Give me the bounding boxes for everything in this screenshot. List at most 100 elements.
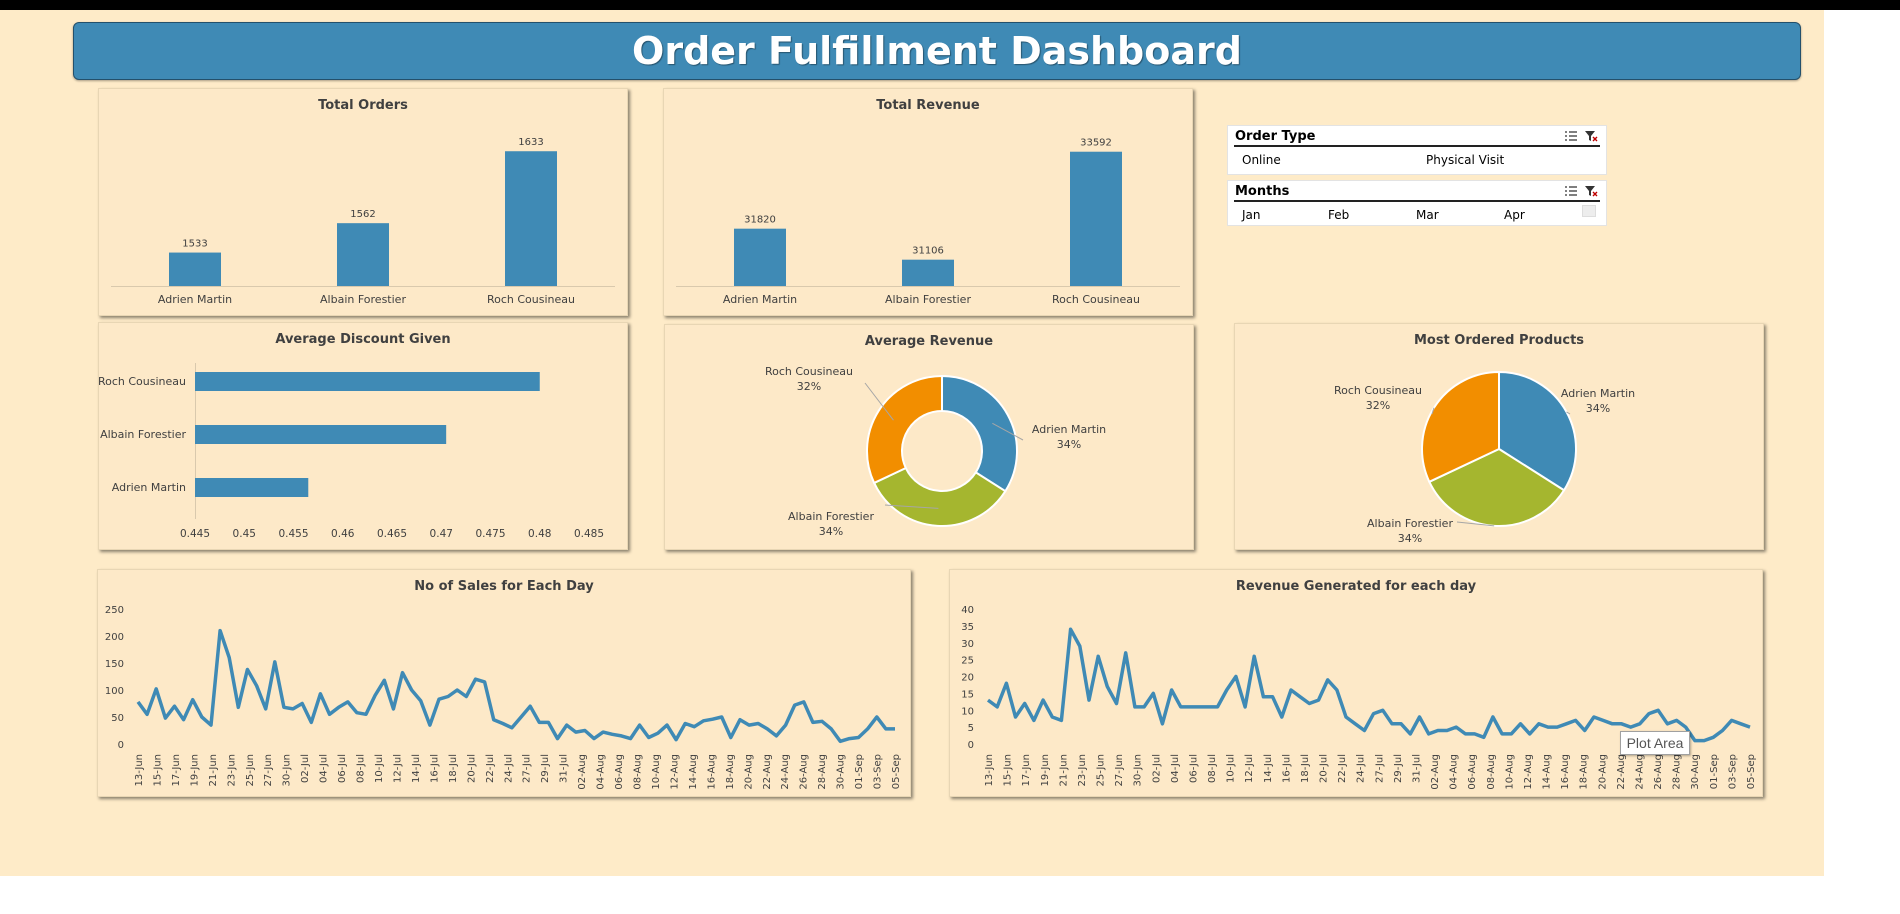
x-tick-label: 19-Jun xyxy=(189,754,200,787)
y-tick-label: 0 xyxy=(968,740,974,751)
x-tick-label: 22-Aug xyxy=(762,754,773,790)
category-label: Albain Forestier xyxy=(320,293,406,306)
slice-percent-label: 32% xyxy=(1366,399,1390,412)
x-tick-label: 02-Aug xyxy=(577,754,588,790)
x-tick-label: 30-Jun xyxy=(282,754,293,787)
x-tick-label: 12-Jul xyxy=(392,754,403,783)
bar xyxy=(195,372,540,391)
slice-percent-label: 34% xyxy=(1398,532,1422,545)
category-label: Albain Forestier xyxy=(100,428,186,441)
slice-percent-label: 32% xyxy=(797,380,821,393)
x-tick-label: 20-Jul xyxy=(466,754,477,783)
x-tick-label: 0.465 xyxy=(377,528,407,540)
category-label: Adrien Martin xyxy=(112,481,186,494)
x-tick-label: 04-Aug xyxy=(1449,754,1460,790)
x-tick-label: 16-Aug xyxy=(1560,754,1571,790)
x-tick-label: 02-Jul xyxy=(1151,754,1162,783)
x-tick-label: 17-Jun xyxy=(171,754,182,787)
x-tick-label: 30-Aug xyxy=(1690,754,1701,790)
data-label: 31820 xyxy=(744,215,776,226)
slicer-scrollbar[interactable] xyxy=(1582,205,1596,217)
dashboard-header: Order Fulfillment Dashboard xyxy=(73,22,1801,80)
x-tick-label: 12-Aug xyxy=(1523,754,1534,790)
bar xyxy=(169,252,221,286)
slicer-item-apr[interactable]: Apr xyxy=(1504,208,1525,222)
x-tick-label: 31-Jul xyxy=(1411,754,1422,783)
x-tick-label: 29-Jul xyxy=(540,754,551,783)
x-tick-label: 29-Jul xyxy=(1393,754,1404,783)
order-type-slicer[interactable]: Order Type Online Physical Visit xyxy=(1227,125,1607,175)
x-tick-label: 0.485 xyxy=(574,528,604,540)
x-tick-label: 23-Jun xyxy=(226,754,237,787)
revenue-per-day-chart[interactable]: Revenue Generated for each day 0 5 10 15 20 2… xyxy=(949,569,1763,797)
x-tick-label: 24-Jul xyxy=(503,754,514,783)
most-ordered-products-chart[interactable]: Most Ordered Products Adrien Martin 34% Al… xyxy=(1234,323,1764,550)
x-tick-label: 13-Jun xyxy=(984,754,995,787)
y-tick-label: 10 xyxy=(961,706,974,717)
x-tick-label: 18-Jul xyxy=(1300,754,1311,783)
y-tick-label: 35 xyxy=(961,622,974,633)
total-orders-chart[interactable]: Total Orders 1533 Adrien Martin 1562 Albain… xyxy=(98,88,628,316)
clear-filter-icon[interactable] xyxy=(1584,130,1598,142)
x-tick-label: 01-Sep xyxy=(1709,754,1720,789)
slicer-title: Order Type xyxy=(1235,129,1316,144)
y-tick-label: 50 xyxy=(111,713,124,724)
x-tick-label: 15-Jun xyxy=(152,754,163,787)
slicer-item-feb[interactable]: Feb xyxy=(1328,208,1349,222)
y-tick-label: 15 xyxy=(961,689,974,700)
x-tick-label: 13-Jun xyxy=(134,754,145,787)
slicer-item-jan[interactable]: Jan xyxy=(1242,208,1261,222)
category-label: Roch Cousineau xyxy=(99,375,186,388)
slicer-item-mar[interactable]: Mar xyxy=(1416,208,1439,222)
multi-select-icon[interactable] xyxy=(1564,130,1578,142)
x-tick-label: 14-Jul xyxy=(1263,754,1274,783)
x-tick-label: 28-Aug xyxy=(1672,754,1683,790)
slicer-item-physical-visit[interactable]: Physical Visit xyxy=(1426,153,1504,167)
x-tick-label: 30-Jun xyxy=(1133,754,1144,787)
slice-label: Adrien Martin xyxy=(1032,423,1106,436)
x-tick-label: 25-Jun xyxy=(245,754,256,787)
x-tick-label: 0.45 xyxy=(233,528,256,540)
slice-label: Albain Forestier xyxy=(1367,517,1453,530)
y-tick-label: 0 xyxy=(118,740,124,751)
x-tick-label: 12-Jul xyxy=(1244,754,1255,783)
x-tick-label: 24-Jul xyxy=(1356,754,1367,783)
clear-filter-icon[interactable] xyxy=(1584,185,1598,197)
x-tick-label: 03-Sep xyxy=(873,754,884,789)
x-tick-label: 04-Jul xyxy=(319,754,330,783)
x-tick-label: 06-Aug xyxy=(614,754,625,790)
y-tick-label: 100 xyxy=(105,686,124,697)
months-slicer[interactable]: Months Jan Feb Mar Apr xyxy=(1227,180,1607,226)
x-tick-label: 26-Aug xyxy=(1653,754,1664,790)
multi-select-icon[interactable] xyxy=(1564,185,1578,197)
average-revenue-chart[interactable]: Average Revenue Adrien Martin 34% Albain F… xyxy=(664,324,1194,550)
x-tick-label: 08-Jul xyxy=(1207,754,1218,783)
total-revenue-chart[interactable]: Total Revenue 31820 Adrien Martin 31106 Alb… xyxy=(663,88,1193,316)
dashboard-title: Order Fulfillment Dashboard xyxy=(632,29,1242,73)
x-tick-label: 20-Aug xyxy=(743,754,754,790)
x-tick-label: 18-Aug xyxy=(725,754,736,790)
x-tick-label: 0.445 xyxy=(180,528,210,540)
x-tick-label: 22-Jul xyxy=(1337,754,1348,783)
average-discount-chart[interactable]: Average Discount Given Roch Cousineau Alb… xyxy=(98,322,628,550)
x-tick-label: 04-Jul xyxy=(1170,754,1181,783)
y-tick-label: 150 xyxy=(105,659,124,670)
slice-label: Albain Forestier xyxy=(788,510,874,523)
slice-percent-label: 34% xyxy=(1586,402,1610,415)
x-tick-label: 10-Aug xyxy=(651,754,662,790)
category-label: Roch Cousineau xyxy=(1052,293,1140,306)
x-tick-label: 10-Aug xyxy=(1504,754,1515,790)
category-label: Adrien Martin xyxy=(158,293,232,306)
x-tick-label: 05-Sep xyxy=(891,754,902,789)
x-tick-label: 01-Sep xyxy=(854,754,865,789)
sales-per-day-chart[interactable]: No of Sales for Each Day 0 50 100 150 200 250… xyxy=(97,569,911,797)
slicer-item-online[interactable]: Online xyxy=(1242,153,1281,167)
x-tick-label: 10-Jul xyxy=(374,754,385,783)
x-tick-label: 18-Jul xyxy=(448,754,459,783)
slice-label: Adrien Martin xyxy=(1561,387,1635,400)
slicer-title: Months xyxy=(1235,184,1290,199)
x-tick-label: 21-Jun xyxy=(1058,754,1069,787)
category-label: Adrien Martin xyxy=(723,293,797,306)
x-tick-label: 14-Aug xyxy=(1542,754,1553,790)
x-tick-label: 20-Aug xyxy=(1597,754,1608,790)
